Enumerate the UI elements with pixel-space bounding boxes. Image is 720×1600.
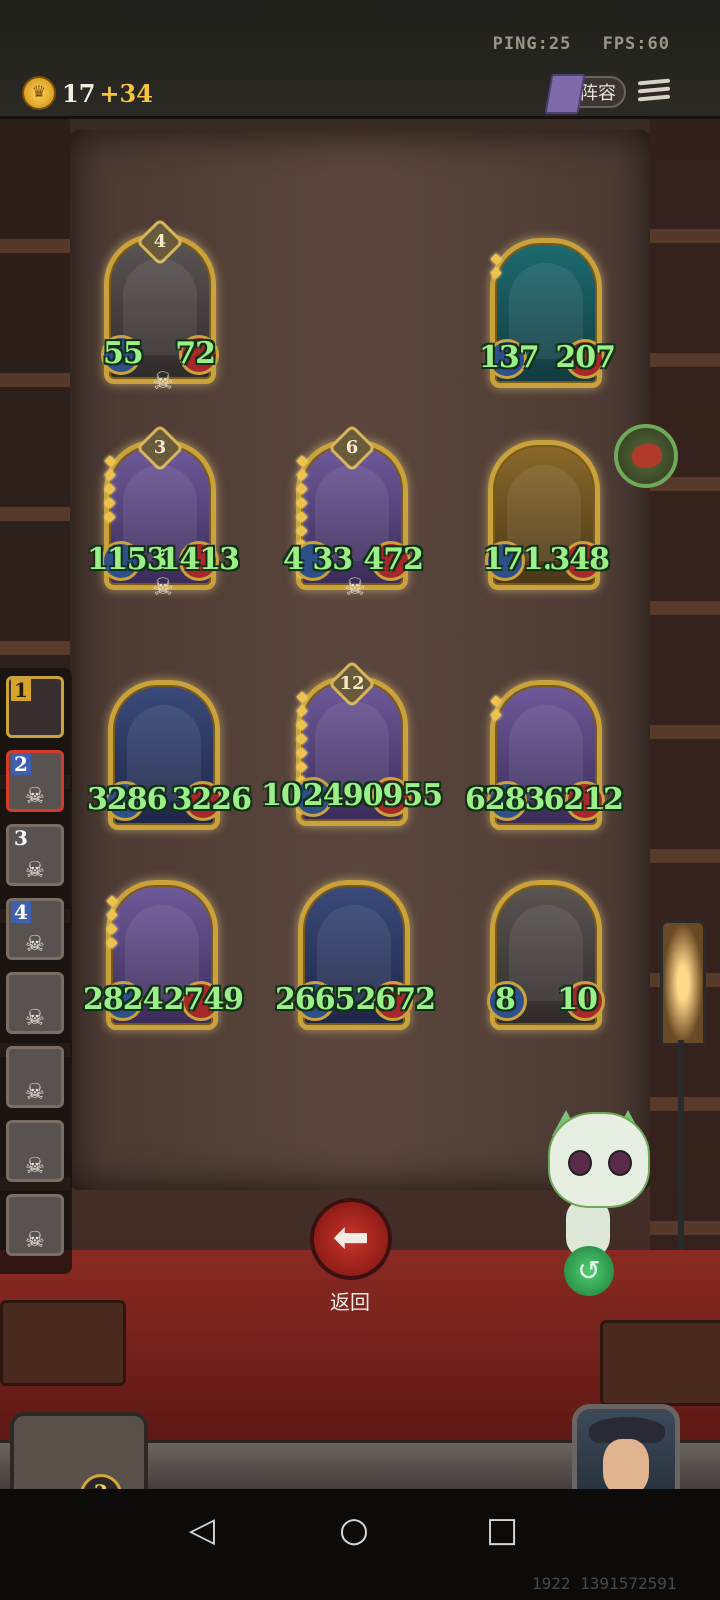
book-pile	[600, 1320, 720, 1406]
hero-health: 10	[557, 982, 598, 1017]
crown-coin-icon: ♛	[22, 76, 56, 110]
hero-attack: 171.	[483, 542, 553, 577]
hero-card[interactable]: 6 4 33 472 ☠	[283, 423, 424, 601]
bird-icon	[632, 444, 662, 468]
hero-attack: 4 33	[283, 542, 353, 577]
nav-back-icon[interactable]: ◁	[182, 1510, 222, 1550]
hamburger-menu-icon[interactable]	[638, 76, 670, 106]
skull-icon: ☠	[25, 1006, 45, 1031]
gold-amount: 17	[62, 78, 96, 108]
left-arrow-icon: ⬅	[332, 1212, 370, 1263]
opponent-slot[interactable]: 4 ☠	[6, 898, 64, 960]
hero-attack: 10	[261, 778, 302, 813]
back-label: 返回	[330, 1290, 370, 1314]
hero-health: 2490955	[303, 778, 443, 813]
opponent-slot[interactable]: ☠	[6, 1194, 64, 1256]
cat-pet[interactable]	[548, 1112, 650, 1208]
hero-attack: 2824	[83, 982, 163, 1017]
gold-counter: ♛ 17 +34	[22, 76, 153, 110]
opponent-rank: 1	[11, 679, 31, 701]
hero-health: 207	[555, 340, 616, 375]
hero-card[interactable]: 8 10	[487, 880, 605, 1030]
skull-icon: ☠	[152, 367, 174, 395]
opponent-slot[interactable]: ☠	[6, 1120, 64, 1182]
skull-icon: ☠	[25, 1228, 45, 1253]
cat-eye	[608, 1150, 632, 1176]
skull-icon: ☠	[25, 784, 45, 809]
opponent-slot[interactable]: ☠	[6, 972, 64, 1034]
hero-health: 6212	[543, 782, 624, 817]
star-pips	[490, 253, 502, 283]
hero-attack: 137	[479, 340, 540, 375]
skull-icon: ☠	[25, 1154, 45, 1179]
hero-card[interactable]: 171. 348	[483, 440, 610, 590]
skull-icon: ☠	[25, 858, 45, 883]
lineup-label: 阵容	[580, 83, 616, 104]
star-pips	[490, 695, 502, 725]
opponent-sidebar: 1 2 ☠ 3 ☠ 4 ☠ ☠ ☠ ☠ ☠	[0, 668, 72, 1274]
nav-recents-icon[interactable]: □	[482, 1510, 522, 1550]
hero-health: 1413	[159, 542, 240, 577]
refresh-orb-icon[interactable]: ↺	[564, 1246, 614, 1296]
back-button[interactable]: ⬅	[310, 1198, 392, 1280]
opponent-rank: 3	[11, 827, 31, 849]
hero-attack: 8	[495, 982, 516, 1017]
hero-card[interactable]: 12 10 2490955	[261, 659, 443, 826]
skull-icon: ☠	[152, 573, 174, 601]
hero-health: 472	[363, 542, 424, 577]
hero-health: 348	[549, 542, 610, 577]
lamp	[660, 920, 706, 1046]
hero-card[interactable]: 2824 2749	[83, 880, 244, 1030]
hero-card[interactable]: 3 1153 1413 ☠	[87, 423, 240, 601]
skull-icon: ☠	[344, 573, 366, 601]
avatar-face	[603, 1439, 649, 1495]
opponent-slot[interactable]: ☠	[6, 1046, 64, 1108]
lineup-button[interactable]: 阵容	[544, 74, 626, 114]
skull-icon: ☠	[25, 1080, 45, 1105]
opponent-slot[interactable]: 3 ☠	[6, 824, 64, 886]
top-status-bar: PING:25 FPS:60 ♛ 17 +34 阵容	[0, 0, 720, 119]
hero-attack: 2665	[275, 982, 355, 1017]
star-pips	[106, 895, 118, 953]
opponent-slot[interactable]: 2 ☠	[6, 750, 64, 812]
player-id: 1922 1391572591	[532, 1574, 677, 1593]
book-pile	[0, 1300, 126, 1386]
gold-income: +34	[99, 78, 153, 108]
hero-health: 2672	[355, 982, 436, 1017]
ping-label: PING:25	[492, 34, 572, 54]
effect-icon[interactable]	[614, 424, 678, 488]
lamp-pole	[678, 1040, 684, 1250]
hero-attack: 55	[103, 336, 144, 371]
hero-attack: 1153	[87, 542, 167, 577]
hero-attack: 3286	[87, 782, 167, 817]
network-stats: PING:25 FPS:60	[473, 34, 670, 54]
cat-eye	[568, 1150, 592, 1176]
hero-health: 2749	[163, 982, 244, 1017]
skull-icon: ☠	[25, 932, 45, 957]
hero-card[interactable]: 137 207	[479, 238, 616, 388]
opponent-rank: 2	[11, 753, 31, 775]
hero-card[interactable]: 3286 3226	[87, 680, 252, 830]
opponent-rank: 4	[11, 901, 31, 923]
hero-attack: 6283	[465, 782, 545, 817]
opponent-slot[interactable]: 1	[6, 676, 64, 738]
fps-label: FPS:60	[602, 34, 670, 54]
hero-card[interactable]: 4 55 72 ☠	[101, 217, 219, 395]
hero-card[interactable]: 6283 6212	[465, 680, 624, 830]
nav-home-icon[interactable]: ○	[334, 1510, 374, 1550]
hero-health: 72	[175, 336, 216, 371]
hero-card[interactable]: 2665 2672	[275, 880, 436, 1030]
star-pips	[104, 455, 116, 527]
book-icon	[544, 74, 586, 114]
right-bookshelf	[650, 119, 720, 1319]
hero-health: 3226	[171, 782, 252, 817]
